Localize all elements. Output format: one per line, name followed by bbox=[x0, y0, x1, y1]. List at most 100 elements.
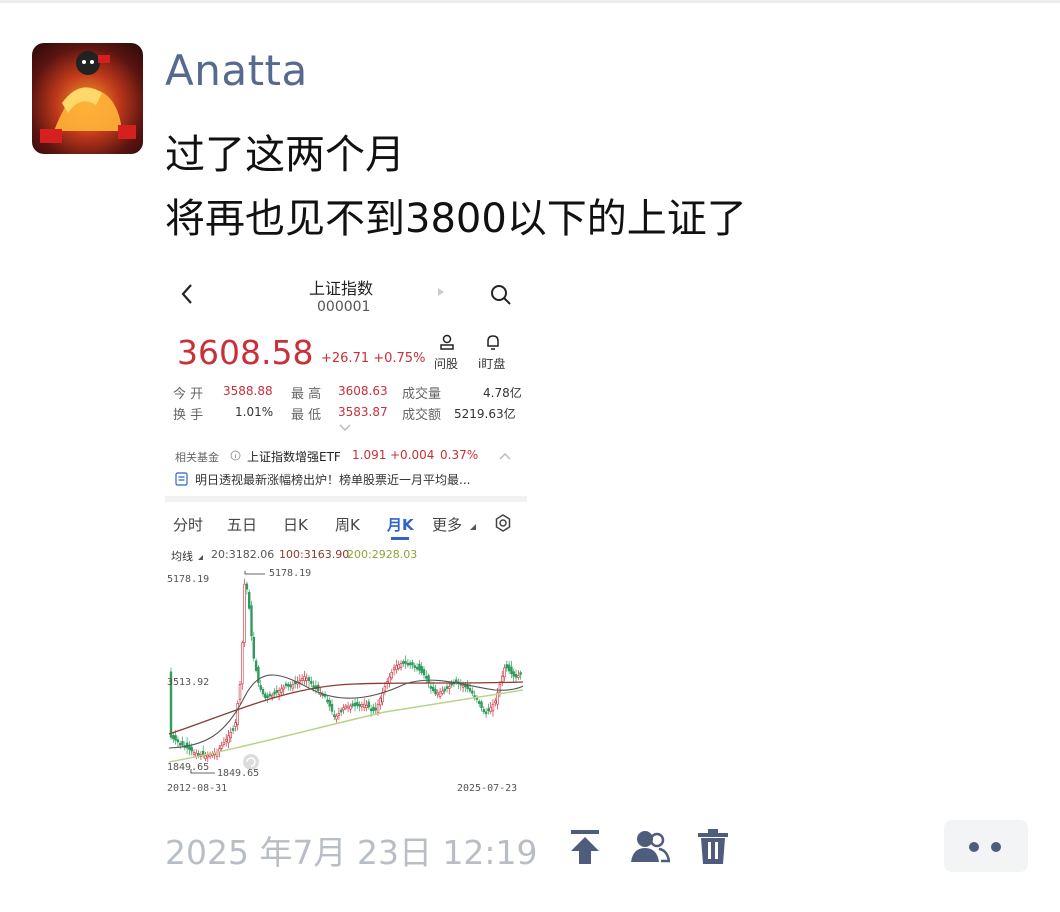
back-arrow-icon bbox=[181, 284, 192, 304]
fund-name[interactable]: 上证指数增强ETF bbox=[247, 448, 341, 465]
candle-body bbox=[420, 666, 423, 674]
pin-top-icon[interactable] bbox=[568, 828, 602, 866]
screenshot-code: 000001 bbox=[317, 299, 371, 315]
timestamp: 2025 年7月 23日 12:19 bbox=[165, 833, 538, 872]
candle-body bbox=[174, 735, 177, 741]
candle-body bbox=[500, 675, 504, 683]
candle-body bbox=[427, 675, 430, 683]
candle-body bbox=[234, 722, 237, 727]
monthly-kline-chart bbox=[168, 571, 524, 774]
candle-body bbox=[326, 699, 329, 703]
candle-body bbox=[227, 735, 230, 744]
candle-body bbox=[454, 679, 458, 683]
tab-monthly[interactable]: 月K bbox=[387, 514, 414, 535]
section-divider bbox=[165, 496, 527, 502]
stock-screenshot[interactable]: 上证指数 000001 3608.58 +26.71 +0.75% 问股 i盯盘… bbox=[165, 263, 527, 798]
candle-body bbox=[392, 667, 396, 671]
candle-body bbox=[381, 691, 384, 703]
candle-body bbox=[480, 701, 483, 708]
candle-body bbox=[461, 684, 465, 688]
amount-label: 成交额 bbox=[402, 408, 442, 423]
candle-body bbox=[236, 703, 239, 725]
candle-body bbox=[448, 686, 451, 689]
order-label: i盯盘 bbox=[478, 357, 506, 371]
friends-icon[interactable] bbox=[630, 828, 670, 866]
candle-body bbox=[443, 688, 446, 692]
tab-weekly[interactable]: 周K bbox=[335, 514, 360, 535]
top-divider bbox=[0, 0, 1060, 3]
tab-more[interactable]: 更多 bbox=[432, 514, 462, 535]
volume-value: 4.78亿 bbox=[483, 386, 522, 400]
ask-stock-icon bbox=[440, 334, 454, 350]
candle-body bbox=[179, 742, 182, 746]
candle-body bbox=[349, 705, 352, 710]
news-headline[interactable]: 明日透视最新涨幅榜出炉！榜单股票近一月平均最... bbox=[195, 471, 470, 488]
candle-body bbox=[507, 664, 511, 672]
candle-body bbox=[494, 700, 497, 704]
more-dot-icon bbox=[991, 842, 1001, 852]
candle-body bbox=[487, 708, 490, 712]
candle-body bbox=[379, 697, 382, 706]
high-marker-label: 5178.19 bbox=[269, 568, 312, 579]
candle-body bbox=[271, 694, 274, 698]
high-marker-line bbox=[244, 571, 265, 575]
candle-body bbox=[282, 686, 285, 690]
candle-body bbox=[484, 711, 488, 715]
candle-body bbox=[273, 691, 276, 695]
candle-body bbox=[222, 742, 226, 745]
avatar[interactable] bbox=[32, 43, 143, 154]
candle-body bbox=[372, 706, 375, 712]
ask-stock-label: 问股 bbox=[434, 357, 459, 371]
candle-body bbox=[418, 663, 421, 671]
candle-body bbox=[404, 661, 407, 664]
candle-body bbox=[307, 677, 311, 682]
candle-body bbox=[468, 688, 472, 692]
turnover-value: 1.01% bbox=[235, 405, 274, 419]
candle-body bbox=[340, 709, 343, 713]
candle-body bbox=[425, 676, 428, 679]
tab-daily[interactable]: 日K bbox=[283, 514, 308, 535]
ma20-value: 20:3182.06 bbox=[211, 548, 275, 561]
amount-value: 5219.63亿 bbox=[454, 407, 516, 421]
ma-caret-icon bbox=[198, 555, 203, 560]
candle-body bbox=[305, 677, 308, 681]
candle-body bbox=[333, 714, 336, 717]
candle-body bbox=[330, 703, 334, 712]
candle-body bbox=[397, 664, 400, 669]
ma20-line bbox=[168, 674, 524, 749]
candle-body bbox=[229, 732, 233, 739]
candle-body bbox=[441, 690, 444, 694]
tab-intraday[interactable]: 分时 bbox=[173, 514, 203, 535]
candle-body bbox=[436, 692, 439, 696]
candle-body bbox=[395, 665, 398, 671]
candle-body bbox=[434, 688, 437, 695]
settings-icon[interactable] bbox=[493, 513, 513, 533]
active-tab-indicator bbox=[391, 537, 409, 540]
candle-body bbox=[266, 695, 269, 699]
candle-body bbox=[220, 745, 223, 749]
tab-five-day[interactable]: 五日 bbox=[227, 514, 257, 535]
candle-body bbox=[390, 672, 393, 679]
collapse-chevron-icon[interactable] bbox=[499, 452, 511, 460]
candle-body bbox=[298, 679, 301, 683]
more-options-button[interactable] bbox=[944, 820, 1028, 872]
screenshot-title: 上证指数 bbox=[309, 279, 374, 298]
candle-body bbox=[275, 689, 279, 693]
candle-body bbox=[261, 689, 265, 695]
candle-body bbox=[312, 685, 315, 688]
candle-body bbox=[498, 684, 502, 693]
candle-body bbox=[197, 753, 200, 756]
candle-body bbox=[503, 667, 506, 678]
candle-body bbox=[519, 672, 522, 675]
post-text-line-1: 过了这两个月 bbox=[165, 132, 405, 178]
candle-body bbox=[206, 754, 210, 758]
ma-label: 均线 bbox=[171, 550, 193, 563]
volume-label: 成交量 bbox=[402, 387, 442, 402]
candle-body bbox=[300, 678, 304, 681]
candle-body bbox=[514, 674, 518, 678]
trash-icon[interactable] bbox=[696, 828, 730, 866]
candle-body bbox=[367, 701, 370, 708]
username[interactable]: Anatta bbox=[165, 46, 308, 95]
low-value: 3583.87 bbox=[338, 405, 388, 419]
candle-body bbox=[358, 704, 361, 707]
